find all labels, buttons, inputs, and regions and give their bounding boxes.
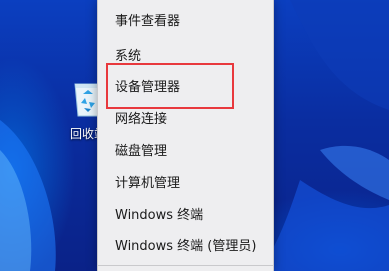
- menu-separator: [98, 265, 273, 266]
- winx-context-menu: 事件查看器 系统 设备管理器 网络连接 磁盘管理 计算机管理 Windows 终…: [97, 0, 274, 271]
- menu-item-windows-terminal[interactable]: Windows 终端: [115, 207, 203, 225]
- menu-item-windows-terminal-admin[interactable]: Windows 终端 (管理员): [115, 238, 256, 256]
- highlight-box: [106, 63, 234, 109]
- menu-item-computer-management[interactable]: 计算机管理: [115, 175, 180, 193]
- menu-item-event-viewer[interactable]: 事件查看器: [115, 13, 180, 31]
- menu-item-disk-management[interactable]: 磁盘管理: [115, 143, 167, 161]
- menu-item-network-connections[interactable]: 网络连接: [115, 111, 167, 129]
